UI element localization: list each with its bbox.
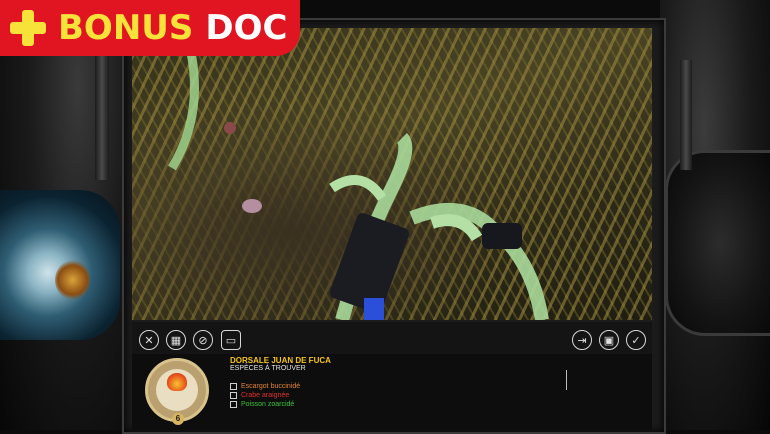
checklist-button[interactable]: ✓ — [626, 330, 646, 350]
species-item-poisson[interactable]: Poisson zoarcidé — [230, 401, 294, 408]
porthole-left — [0, 190, 120, 340]
checklist-icon: ✓ — [631, 334, 641, 347]
avatar-level-badge: 6 — [172, 413, 184, 425]
species-name: Crabe araignée — [241, 392, 290, 399]
species-to-find-label: ESPÈCES À TROUVER — [230, 365, 306, 372]
info-panel — [132, 354, 652, 430]
text-cursor — [566, 370, 567, 390]
exit-icon: ⇥ — [577, 334, 587, 347]
species-item-crabe[interactable]: Crabe araignée — [230, 392, 289, 399]
search-species-icon: ⊘ — [198, 334, 208, 347]
checkbox[interactable] — [230, 392, 237, 399]
pipe-left — [95, 40, 109, 180]
chat-icon: ▭ — [225, 334, 237, 347]
fire-icon — [167, 373, 187, 391]
checkbox[interactable] — [230, 401, 237, 408]
checkbox[interactable] — [230, 383, 237, 390]
chat-button[interactable]: ▭ — [221, 330, 241, 350]
satellite-button[interactable]: ✕ — [139, 330, 159, 350]
save-button[interactable]: ▣ — [599, 330, 619, 350]
video-scene — [168, 28, 549, 320]
bonus-doc-logo: BONUS DOC — [0, 0, 300, 56]
search-species-button[interactable]: ⊘ — [193, 330, 213, 350]
pipe-right — [680, 60, 692, 170]
satellite-icon: ✕ — [144, 334, 154, 347]
exit-button[interactable]: ⇥ — [572, 330, 592, 350]
logo-text: BONUS DOC — [58, 8, 287, 48]
underwater-video[interactable] — [132, 28, 652, 320]
grid-button[interactable]: ▦ — [166, 330, 186, 350]
species-name: Escargot buccinidé — [241, 383, 301, 390]
grid-icon: ▦ — [170, 334, 182, 347]
save-icon: ▣ — [603, 334, 615, 347]
plus-icon — [8, 8, 48, 48]
porthole-right — [665, 150, 770, 336]
species-item-escargot[interactable]: Escargot buccinidé — [230, 383, 300, 390]
location-title: DORSALE JUAN DE FUCA — [230, 356, 331, 365]
logo-word-bonus: BONUS — [58, 8, 194, 48]
species-name: Poisson zoarcidé — [241, 401, 295, 408]
logo-word-doc: DOC — [205, 8, 288, 48]
